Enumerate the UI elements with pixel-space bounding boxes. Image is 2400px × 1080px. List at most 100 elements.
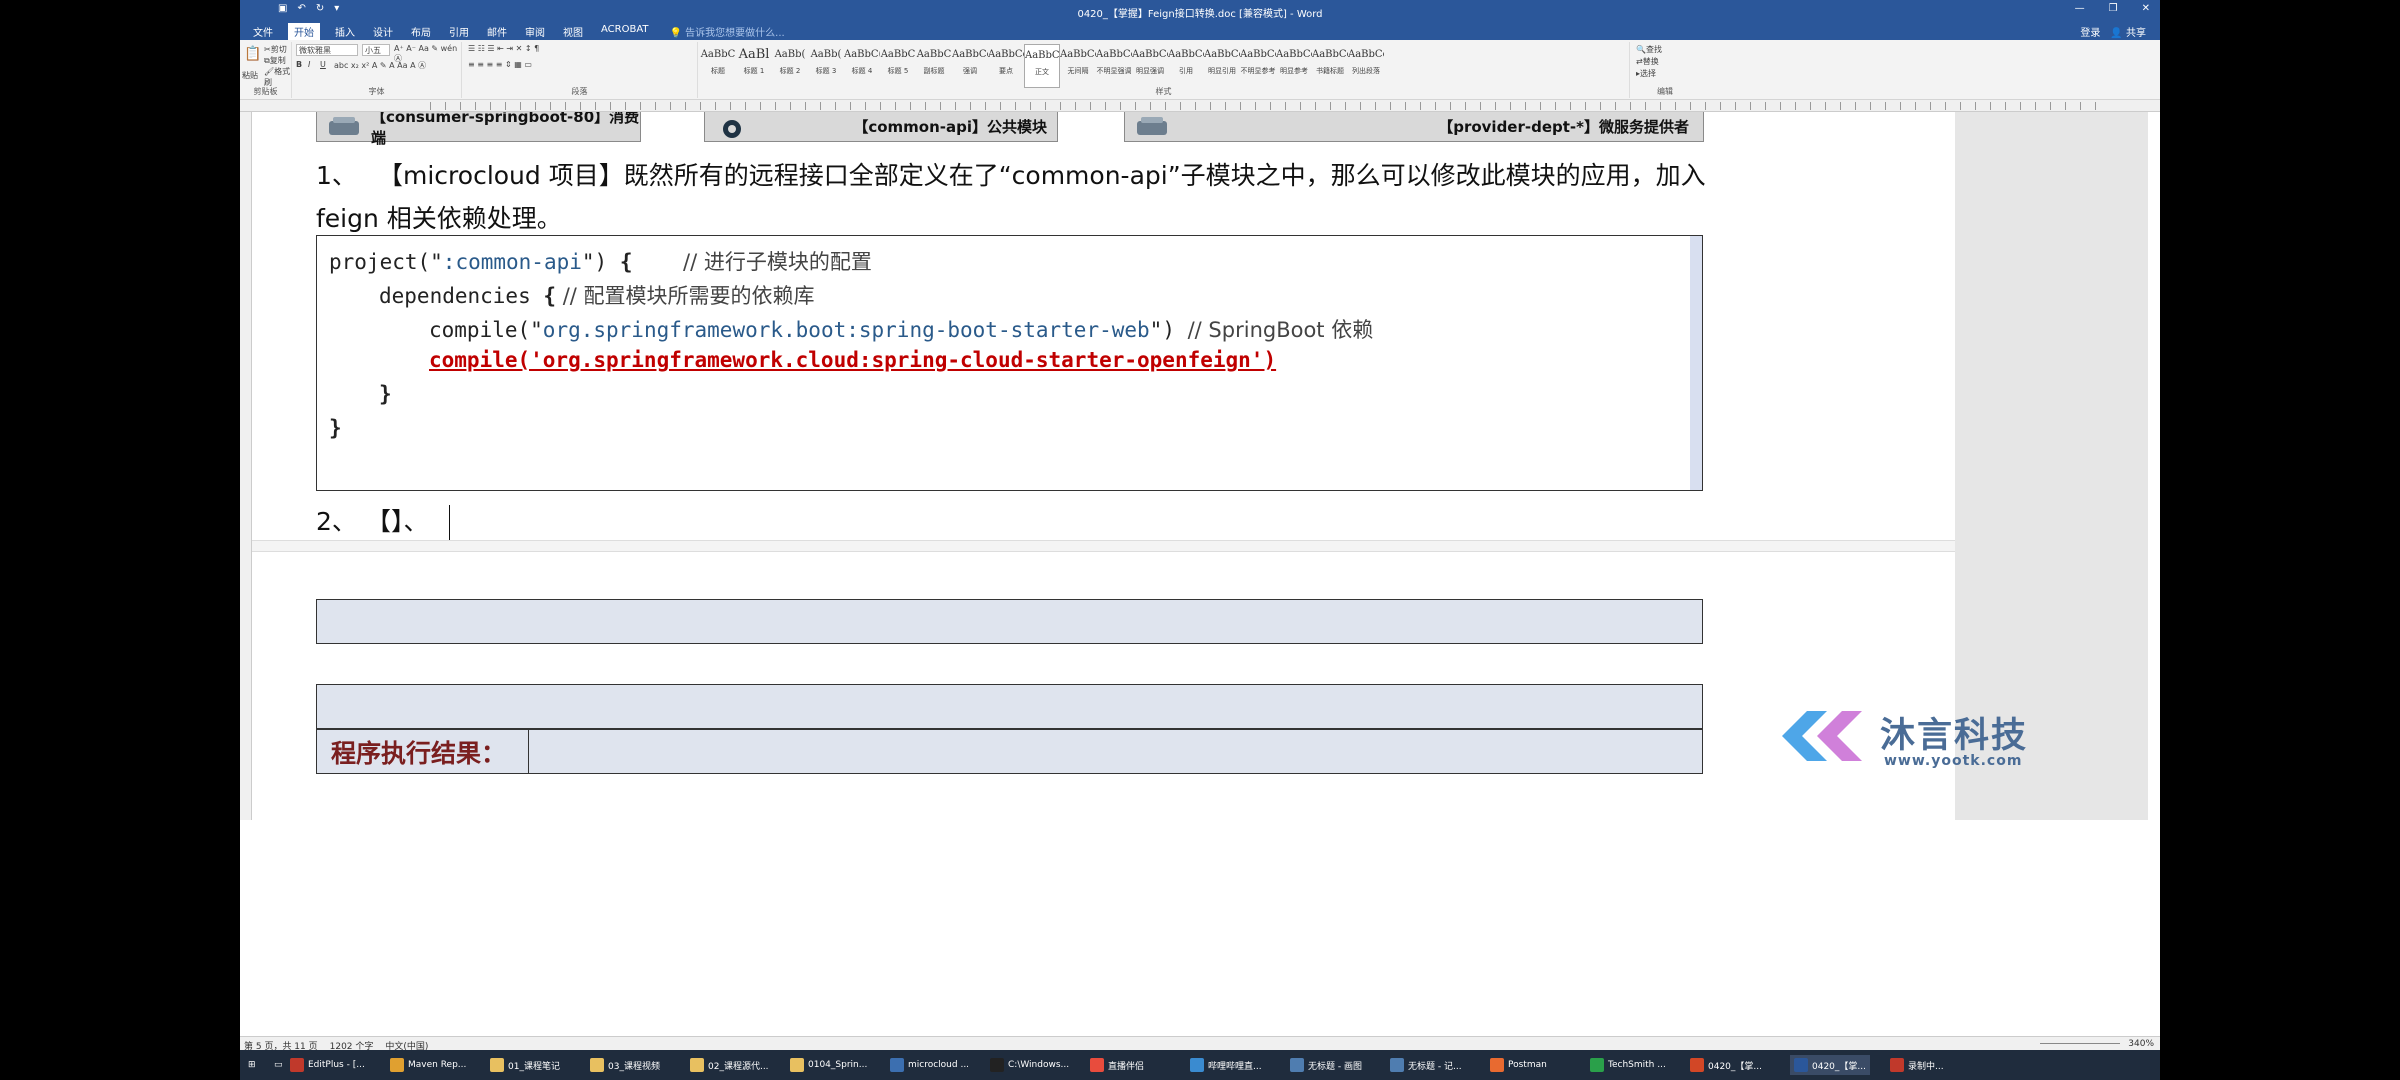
style-4[interactable]: AaBbC(标题 4 xyxy=(844,44,880,88)
taskbar-item[interactable]: 直播伴侣 xyxy=(1090,1055,1144,1075)
style-0[interactable]: AaBbC 标题 xyxy=(700,44,736,88)
watermark-url: www.yootk.com xyxy=(1884,753,2023,769)
style-11[interactable]: AaBbCcDc 不明显强调 xyxy=(1096,44,1132,88)
select-button[interactable]: ▸选择 xyxy=(1636,68,1656,79)
bold-icon[interactable]: B xyxy=(296,60,302,69)
taskbar-item[interactable]: 无标题 - 记... xyxy=(1390,1055,1462,1075)
style-name: 副标题 xyxy=(923,67,945,75)
style-1[interactable]: AaBl 标题 1 xyxy=(736,44,772,88)
replace-button[interactable]: ⇄替换 xyxy=(1636,56,1659,67)
copy-label: 复制 xyxy=(269,56,286,65)
style-13[interactable]: AaBbCcDc 引用 xyxy=(1168,44,1204,88)
paste-icon[interactable]: 📋 xyxy=(244,46,261,62)
app-icon xyxy=(290,1058,304,1072)
style-sample: AaBb( xyxy=(774,49,806,60)
empty-program-box[interactable] xyxy=(316,684,1703,729)
taskbar-item[interactable]: Postman xyxy=(1490,1055,1547,1075)
style-10[interactable]: AaBbCcDc 无间隔 xyxy=(1060,44,1096,88)
bullets-icon[interactable]: ☰ ☷ ☰ ⇤ ⇥ ✕ ↕ ¶ xyxy=(468,44,539,53)
style-8[interactable]: AaBbCcD 要点 xyxy=(988,44,1024,88)
underline-icon[interactable]: U xyxy=(320,60,326,69)
style-14[interactable]: AaBbCcDc 明显引用 xyxy=(1204,44,1240,88)
style-3[interactable]: AaBb(标题 3 xyxy=(808,44,844,88)
taskbar-item[interactable]: EditPlus - [... xyxy=(290,1055,365,1075)
empty-code-box[interactable] xyxy=(316,599,1703,644)
code-line-1: project(":common-api") { // 进行子模块的配置 xyxy=(329,246,872,276)
style-name: 正文 xyxy=(1035,68,1049,76)
font-group-label: 字体 xyxy=(368,87,385,96)
style-sample: AaBb( xyxy=(810,49,842,60)
zoom-level[interactable]: 340% xyxy=(2128,1039,2154,1049)
start-icon[interactable]: ⊞ xyxy=(248,1055,256,1075)
cut-button[interactable]: ✂剪切 xyxy=(264,44,287,55)
login-link[interactable]: 登录 xyxy=(2080,24,2100,39)
taskbar-item[interactable]: 0104_Sprin... xyxy=(790,1055,867,1075)
taskbar-item[interactable]: 哔哩哔哩直... xyxy=(1190,1055,1262,1075)
replace-label: 替换 xyxy=(1642,57,1659,66)
zoom-slider[interactable] xyxy=(2040,1043,2120,1044)
taskbar-item-label: 录制中... xyxy=(1908,1061,1944,1072)
module-provider-label: 【provider-dept-*】微服务提供者 xyxy=(1438,118,1689,136)
share-button[interactable]: 👤 共享 xyxy=(2110,24,2146,39)
code-line-1-brace: { xyxy=(619,250,633,274)
font-name-select[interactable]: 微软雅黑 xyxy=(296,44,358,56)
horizontal-ruler[interactable] xyxy=(240,100,2160,112)
document-title: 0420_【掌握】Feign接口转换.doc [兼容模式] - Word xyxy=(1077,9,1323,20)
taskbar-item[interactable]: 01_课程笔记 xyxy=(490,1055,560,1075)
taskbar-item[interactable]: Maven Rep... xyxy=(390,1055,466,1075)
paste-button[interactable]: 粘贴 xyxy=(242,70,258,81)
font-size-select[interactable]: 小五 xyxy=(362,44,390,56)
style-sample: AaBbCcDc xyxy=(1060,49,1096,60)
restore-button[interactable]: ❐ xyxy=(2109,3,2118,14)
format-painter-button[interactable]: 🖌格式刷 xyxy=(264,66,291,88)
app-icon xyxy=(790,1058,804,1072)
strikethrough-icon[interactable]: abc x₂ x² A ✎ A Aa A Ⓐ xyxy=(334,60,426,71)
taskbar-item[interactable]: 03_课程视频 xyxy=(590,1055,660,1075)
ribbon-home: 📋 粘贴 ✂剪切 ⧉复制 🖌格式刷 剪贴板 微软雅黑 小五 A⁺ A⁻ Aa ✎… xyxy=(240,40,2160,100)
taskbar-item-label: 01_课程笔记 xyxy=(508,1061,560,1072)
editing-group: 🔍查找 ⇄替换 ▸选择 编辑 xyxy=(1630,42,1700,98)
taskbar: ⊞ ▭ EditPlus - [... Maven Rep... 01_课程笔记 03… xyxy=(240,1050,2160,1080)
style-2[interactable]: AaBb(标题 2 xyxy=(772,44,808,88)
style-12[interactable]: AaBbCcDc 明显强调 xyxy=(1132,44,1168,88)
style-18[interactable]: AaBbCcDc 列出段落 xyxy=(1348,44,1384,88)
taskbar-item[interactable]: 0420_【掌... xyxy=(1690,1055,1762,1075)
styles-group: AaBbC 标题 AaBl 标题 1 AaBb(标题 2 AaBb(标题 3 AaBbC(标… xyxy=(698,42,1630,98)
taskbar-item[interactable]: TechSmith ... xyxy=(1590,1055,1666,1075)
result-label: 程序执行结果： xyxy=(317,730,529,773)
style-9[interactable]: AaBbCcDc 正文 xyxy=(1024,44,1060,88)
close-button[interactable]: ✕ xyxy=(2142,3,2150,14)
code-line-6: } xyxy=(329,416,342,440)
italic-icon[interactable]: I xyxy=(308,60,310,69)
style-6[interactable]: AaBbC 副标题 xyxy=(916,44,952,88)
minimize-button[interactable]: — xyxy=(2075,3,2085,14)
taskbar-item[interactable]: 无标题 - 画图 xyxy=(1290,1055,1362,1075)
app-icon xyxy=(1794,1058,1808,1072)
gear-icon xyxy=(723,120,741,138)
copy-button[interactable]: ⧉复制 xyxy=(264,55,286,66)
taskbar-item[interactable]: 02_课程源代... xyxy=(690,1055,769,1075)
taskbar-item[interactable]: 录制中... xyxy=(1890,1055,1944,1075)
app-icon xyxy=(690,1058,704,1072)
taskbar-item-label: 0420_【掌... xyxy=(1812,1061,1866,1072)
vertical-ruler[interactable] xyxy=(240,112,252,820)
style-5[interactable]: AaBbC 标题 5 xyxy=(880,44,916,88)
task-view-icon[interactable]: ▭ xyxy=(274,1055,283,1075)
document-area[interactable]: 【consumer-springboot-80】消费端 【common-api】… xyxy=(252,112,2148,820)
app-icon xyxy=(990,1058,1004,1072)
style-sample: AaBbCcDc xyxy=(1132,49,1168,60)
taskbar-item[interactable]: microcloud ... xyxy=(890,1055,969,1075)
style-17[interactable]: AaBbCcDi 书籍标题 xyxy=(1312,44,1348,88)
document-page[interactable]: 【consumer-springboot-80】消费端 【common-api】… xyxy=(252,112,2026,820)
style-name: 无间隔 xyxy=(1067,67,1089,75)
style-16[interactable]: AaBbCcI 明显参考 xyxy=(1276,44,1312,88)
align-icon[interactable]: ≡ ≡ ≡ ≡ ⇕ ▦ ▭ xyxy=(468,60,532,69)
style-7[interactable]: AaBbCcDt 强调 xyxy=(952,44,988,88)
taskbar-item-label: TechSmith ... xyxy=(1608,1060,1666,1070)
style-name: 不明显强调 xyxy=(1096,67,1132,75)
taskbar-item-label: 0420_【掌... xyxy=(1708,1061,1762,1072)
taskbar-item[interactable]: 0420_【掌... xyxy=(1790,1055,1870,1075)
taskbar-item[interactable]: C:\Windows... xyxy=(990,1055,1069,1075)
find-button[interactable]: 🔍查找 xyxy=(1636,44,1662,55)
style-15[interactable]: AaBbCcD 不明显参考 xyxy=(1240,44,1276,88)
